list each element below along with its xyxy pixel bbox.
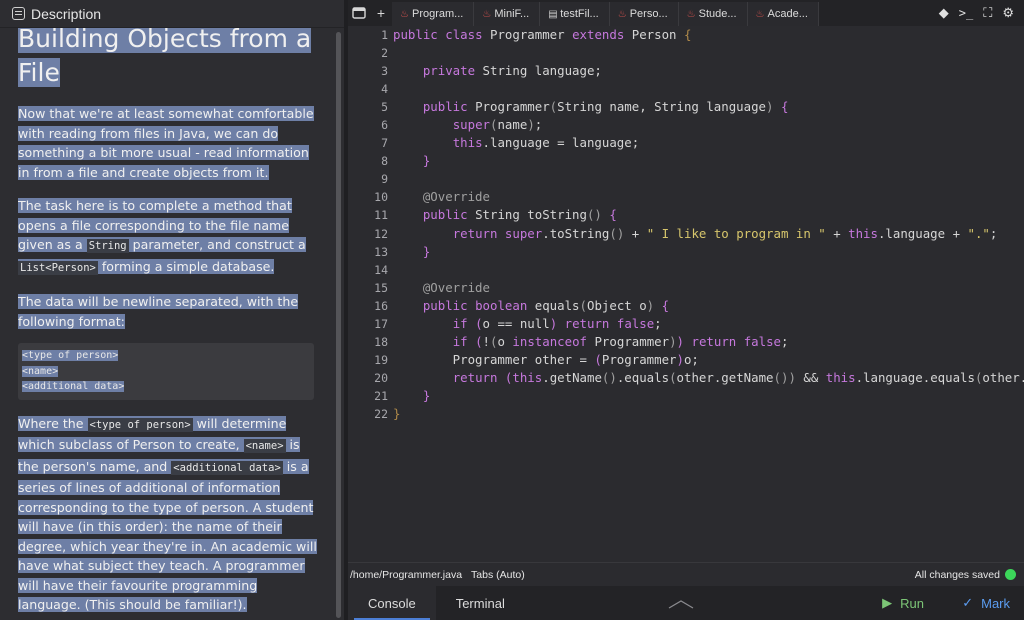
chevron-up-icon[interactable] — [668, 599, 694, 609]
line-number: 20 — [374, 370, 388, 385]
line-number: 18 — [374, 334, 388, 349]
line-number: 11 — [374, 208, 388, 223]
line-number: 2 — [381, 46, 388, 61]
run-button[interactable]: ▶ Run — [882, 595, 924, 611]
code-line: public boolean equals(Object o) { — [422, 297, 670, 313]
description-panel: Description Building Objects from a File… — [0, 0, 344, 620]
java-icon: ♨ — [482, 8, 492, 20]
java-icon: ♨ — [755, 8, 765, 20]
code-line: } — [422, 243, 431, 259]
description-paragraph: The task here is to complete a method th… — [18, 198, 306, 275]
status-bar: /home/Programmer.java Tabs (Auto) All ch… — [348, 562, 1024, 586]
line-number: 21 — [374, 388, 388, 403]
code-line: private String language; — [422, 63, 602, 79]
save-status: All changes saved — [914, 568, 1000, 581]
code-area[interactable]: public class Programmer extends Person {… — [393, 26, 1024, 423]
line-number: 14 — [374, 262, 388, 277]
code-line: return (this.getName().equals(other.getN… — [452, 369, 1024, 385]
tab-list-icon[interactable] — [348, 0, 370, 26]
line-number: 16 — [374, 298, 388, 313]
line-number: 17 — [374, 316, 388, 331]
saved-indicator-icon — [1005, 569, 1016, 580]
tab-programmer[interactable]: ♨ Program... — [392, 2, 475, 26]
file-path: /home/Programmer.java — [350, 568, 463, 581]
bottom-panel: Console Terminal ▶ Run ✓ Mark — [348, 586, 1024, 620]
document-icon — [12, 7, 25, 20]
code-line: public String toString() { — [422, 207, 617, 223]
new-tab-icon[interactable]: + — [370, 0, 392, 26]
line-number: 3 — [381, 64, 388, 79]
line-number: 22 — [374, 406, 388, 421]
git-icon[interactable]: ◆ — [939, 5, 949, 21]
inline-code: <additional data> — [171, 460, 283, 475]
code-line: public class Programmer extends Person { — [393, 27, 692, 42]
editor-toolbar: ◆ >_ ⛶ ⚙ — [939, 0, 1024, 26]
inline-code: List<Person> — [18, 260, 98, 275]
fullscreen-icon[interactable]: ⛶ — [983, 5, 992, 21]
indent-mode[interactable]: Tabs (Auto) — [471, 569, 525, 581]
inline-code: <name> — [243, 439, 286, 453]
code-line: } — [422, 153, 431, 169]
line-number: 4 — [381, 82, 388, 97]
code-line: @Override — [422, 189, 490, 205]
file-icon: ▤ — [548, 8, 558, 20]
tab-academic[interactable]: ♨ Acade... — [747, 2, 819, 26]
code-line: } — [422, 387, 431, 403]
line-number: 5 — [381, 100, 388, 115]
line-number: 8 — [381, 154, 388, 169]
tab-student[interactable]: ♨ Stude... — [678, 2, 748, 26]
description-scrollbar[interactable] — [336, 32, 341, 618]
description-content[interactable]: Building Objects from a File Now that we… — [18, 28, 318, 620]
description-header: Description — [0, 0, 344, 28]
line-number: 1 — [381, 28, 388, 42]
tab-terminal[interactable]: Terminal — [436, 586, 525, 620]
code-line: if (!(o instanceof Programmer)) return f… — [452, 333, 789, 349]
code-line: Programmer other = (Programmer)o; — [393, 351, 699, 367]
code-line: this.language = language; — [452, 135, 640, 151]
line-number: 19 — [374, 352, 388, 367]
line-number: 12 — [374, 226, 388, 241]
code-line: return super.toString() + " I like to pr… — [452, 225, 998, 241]
line-number: 10 — [374, 190, 388, 205]
java-icon: ♨ — [617, 8, 627, 20]
description-header-label: Description — [31, 5, 102, 22]
terminal-icon[interactable]: >_ — [959, 6, 973, 20]
description-title: Building Objects from a File — [18, 28, 318, 90]
java-icon: ♨ — [686, 8, 696, 20]
code-line: @Override — [422, 279, 490, 295]
ide-app: Description Building Objects from a File… — [0, 0, 1024, 620]
checkmark-icon: ✓ — [962, 595, 974, 610]
code-line: public Programmer(String name, String la… — [422, 99, 789, 115]
line-number-gutter: 1 2 3 4 5 6 7 8 9 10 11 12 13 14 15 16 17 18 19 20 21 22 — [348, 26, 388, 423]
settings-gear-icon[interactable]: ⚙ — [1002, 5, 1014, 21]
code-line: if (o == null) return false; — [452, 315, 662, 331]
tab-testfile[interactable]: ▤ testFil... — [540, 2, 610, 26]
java-icon: ♨ — [400, 8, 409, 20]
line-number: 9 — [381, 172, 388, 187]
description-paragraph: Now that we're at least somewhat comfort… — [18, 106, 314, 180]
code-editor[interactable]: 1 2 3 4 5 6 7 8 9 10 11 12 13 14 15 16 17 18 19 20 21 22 publ… — [348, 26, 1024, 562]
play-icon: ▶ — [882, 595, 893, 610]
line-number: 13 — [374, 244, 388, 259]
tab-person[interactable]: ♨ Perso... — [609, 2, 679, 26]
tab-minif[interactable]: ♨ MiniF... — [474, 2, 541, 26]
line-number: 6 — [381, 118, 388, 133]
tab-console[interactable]: Console — [348, 586, 436, 620]
inline-code: <type of person> — [87, 417, 193, 432]
mark-button[interactable]: ✓ Mark — [962, 595, 1010, 611]
code-line: super(name); — [452, 117, 543, 133]
line-number: 15 — [374, 280, 388, 295]
description-paragraph: The data will be newline separated, with… — [18, 294, 299, 329]
line-number: 7 — [381, 136, 388, 151]
inline-code: String — [86, 239, 129, 253]
format-code-block: <type of person> <name> <additional data… — [18, 343, 314, 400]
code-line: } — [393, 405, 401, 421]
description-paragraph: Where the <type of person> will determin… — [18, 415, 317, 612]
editor-tab-bar: + ♨ Program... ♨ MiniF... ▤ testFil... ♨… — [348, 0, 1024, 26]
